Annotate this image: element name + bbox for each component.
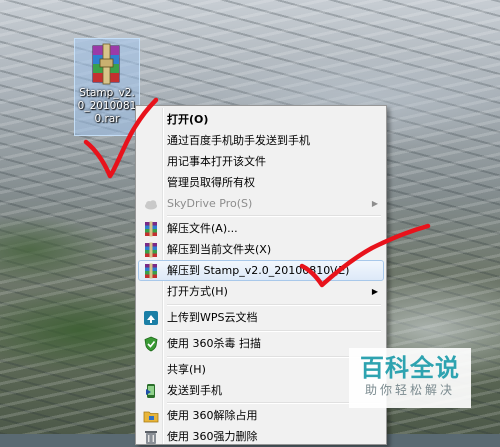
desktop-file-icon[interactable]: Stamp_v2.0_20100810.rar bbox=[74, 38, 140, 136]
menu-separator bbox=[167, 304, 381, 306]
menu-item-label: 通过百度手机助手发送到手机 bbox=[167, 134, 310, 147]
menu-item-label: 管理员取得所有权 bbox=[167, 176, 255, 189]
menu-item-360-scan[interactable]: 使用 360杀毒 扫描 bbox=[138, 333, 384, 354]
watermark-subtitle: 助你轻松解决 bbox=[364, 383, 455, 397]
menu-item-extract-here[interactable]: 解压到当前文件夹(X) bbox=[138, 239, 384, 260]
menu-item-open-with[interactable]: 打开方式(H) ▶ bbox=[138, 281, 384, 302]
menu-item-label: 共享(H) bbox=[167, 363, 206, 376]
360-antivirus-shield-icon bbox=[144, 336, 158, 352]
winrar-archive-icon bbox=[92, 43, 120, 85]
menu-item-skydrive-pro[interactable]: SkyDrive Pro(S) ▶ bbox=[138, 193, 384, 214]
skydrive-cloud-icon bbox=[145, 200, 157, 210]
menu-item-label: SkyDrive Pro(S) bbox=[167, 197, 253, 210]
menu-item-label: 使用 360强力删除 bbox=[167, 430, 258, 443]
menu-item-label: 使用 360解除占用 bbox=[167, 409, 258, 422]
menu-item-extract-to-folder[interactable]: 解压到 Stamp_v2.0_20100810\(E) bbox=[138, 260, 384, 281]
submenu-arrow-icon: ▶ bbox=[371, 199, 378, 208]
menu-item-share[interactable]: 共享(H) bbox=[138, 359, 384, 380]
360-force-delete-icon bbox=[145, 431, 157, 444]
menu-item-360-force-delete[interactable]: 使用 360强力删除 bbox=[138, 426, 384, 447]
menu-item-360-unlock[interactable]: 使用 360解除占用 bbox=[138, 405, 384, 426]
menu-item-label: 打开(O) bbox=[167, 113, 209, 126]
menu-item-label: 上传到WPS云文档 bbox=[167, 311, 258, 324]
baike-watermark: 百科全说 助你轻松解决 bbox=[349, 348, 471, 408]
menu-item-open-with-notepad[interactable]: 用记事本打开该文件 bbox=[138, 151, 384, 172]
menu-item-label: 用记事本打开该文件 bbox=[167, 155, 266, 168]
menu-separator bbox=[167, 215, 381, 217]
menu-item-label: 解压到当前文件夹(X) bbox=[167, 243, 272, 256]
menu-separator bbox=[167, 330, 381, 332]
menu-item-label: 打开方式(H) bbox=[167, 285, 228, 298]
menu-item-open[interactable]: 打开(O) bbox=[138, 109, 384, 130]
360-unlock-folder-icon bbox=[143, 411, 159, 423]
winrar-icon bbox=[145, 242, 157, 258]
menu-item-label: 发送到手机 bbox=[167, 384, 222, 397]
winrar-icon bbox=[145, 263, 157, 279]
send-to-phone-icon bbox=[146, 384, 155, 398]
wps-cloud-icon bbox=[144, 311, 158, 325]
file-name-label: Stamp_v2.0_20100810.rar bbox=[77, 87, 137, 125]
menu-item-label: 解压到 Stamp_v2.0_20100810\(E) bbox=[167, 264, 350, 277]
menu-item-send-to-phone[interactable]: 发送到手机 bbox=[138, 380, 384, 401]
submenu-arrow-icon: ▶ bbox=[371, 287, 378, 296]
menu-item-send-via-baidu[interactable]: 通过百度手机助手发送到手机 bbox=[138, 130, 384, 151]
winrar-icon bbox=[145, 221, 157, 237]
menu-item-label: 使用 360杀毒 扫描 bbox=[167, 337, 261, 350]
menu-item-extract-files[interactable]: 解压文件(A)... bbox=[138, 218, 384, 239]
menu-item-upload-wps[interactable]: 上传到WPS云文档 bbox=[138, 307, 384, 328]
menu-item-label: 解压文件(A)... bbox=[167, 222, 238, 235]
menu-item-take-ownership[interactable]: 管理员取得所有权 bbox=[138, 172, 384, 193]
watermark-title: 百科全说 bbox=[360, 354, 460, 382]
